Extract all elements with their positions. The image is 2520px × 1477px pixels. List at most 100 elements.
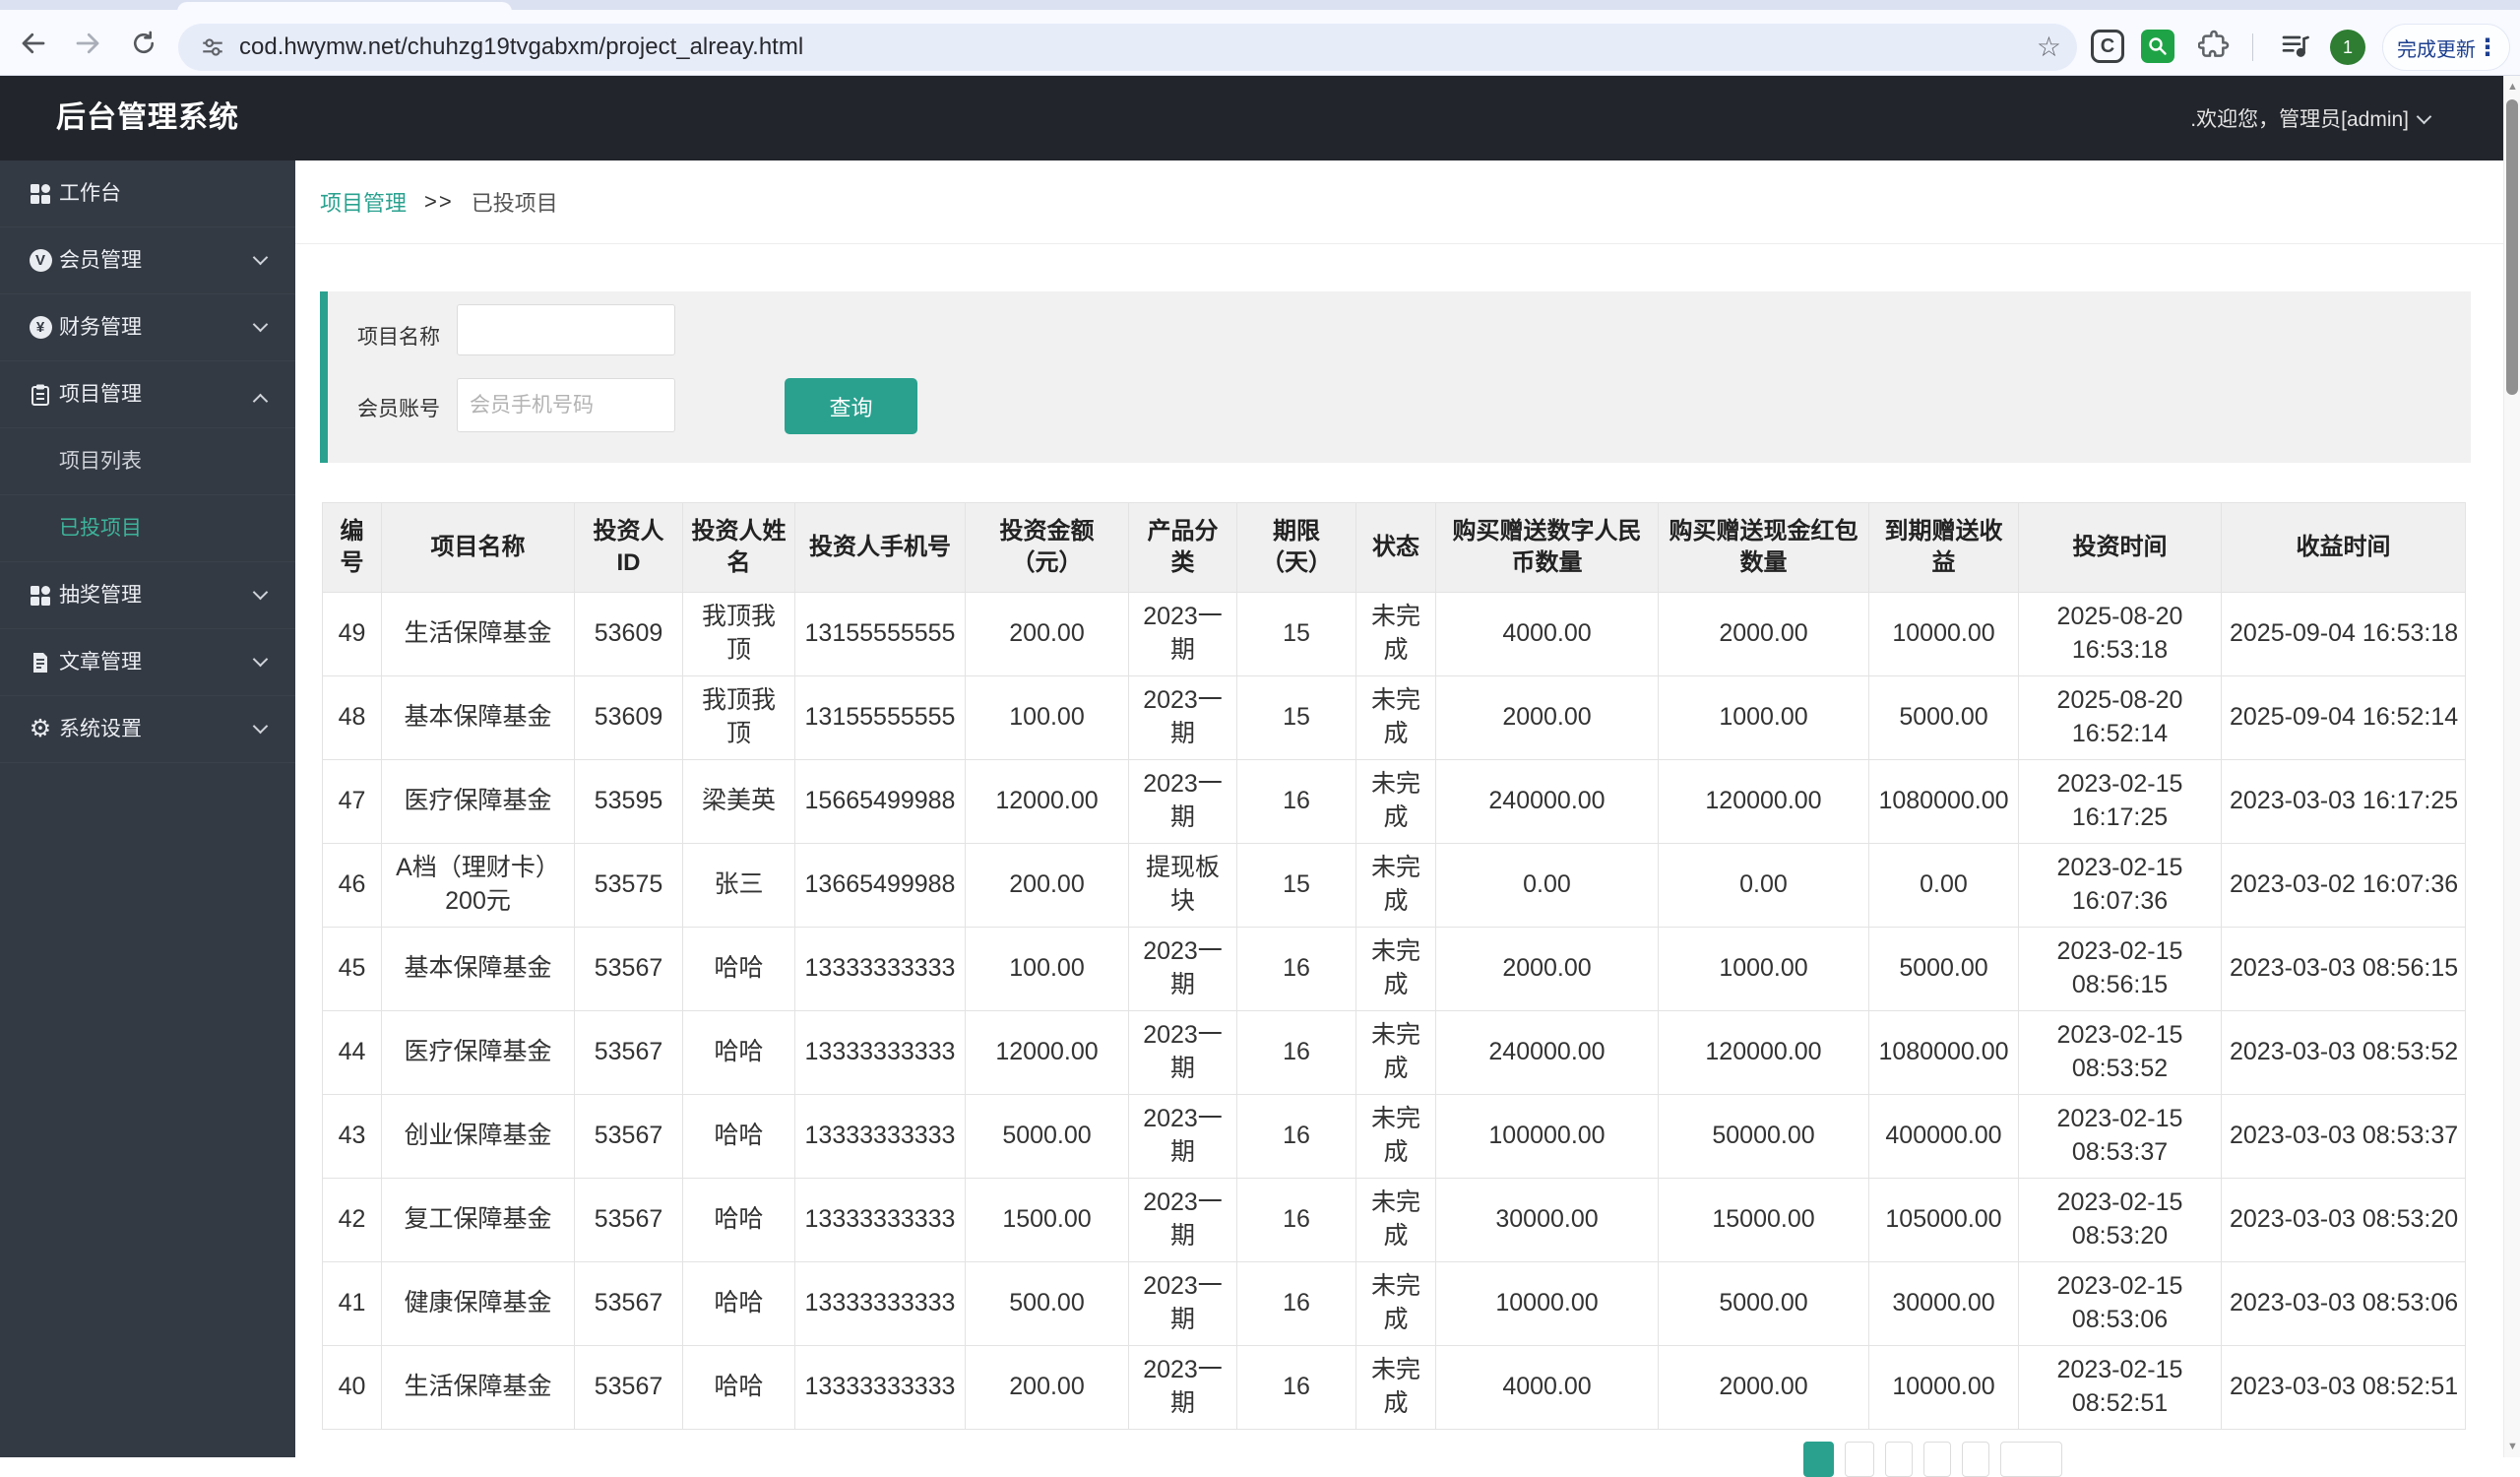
table-cell: 15665499988 bbox=[794, 759, 966, 844]
sidebar-item-system-settings[interactable]: ⚙ 系统设置 bbox=[0, 696, 295, 763]
browser-profile-avatar[interactable]: 1 bbox=[2330, 30, 2365, 65]
table-cell: 2025-09-04 16:52:14 bbox=[2221, 675, 2466, 760]
chrome-update-button[interactable]: 完成更新 ⋮ bbox=[2382, 24, 2510, 71]
browser-menu-kebab-icon[interactable]: ⋮ bbox=[2476, 33, 2499, 62]
sidebar-item-project-mgmt[interactable]: 项目管理 bbox=[0, 361, 295, 428]
table-cell: 2000.00 bbox=[1658, 1345, 1869, 1430]
table-cell: 105000.00 bbox=[1868, 1178, 2019, 1262]
main-content: 项目管理 >> 已投项目 项目名称 会员账号 查询 编号项目名称投资人ID投资人… bbox=[295, 161, 2503, 1477]
pagination-button[interactable] bbox=[1923, 1442, 1951, 1477]
pagination-button[interactable] bbox=[1845, 1442, 1874, 1477]
site-info-icon[interactable] bbox=[200, 34, 225, 60]
search-button[interactable]: 查询 bbox=[785, 378, 917, 434]
table-cell: 16 bbox=[1236, 1261, 1356, 1346]
table-cell: 未完成 bbox=[1355, 843, 1436, 928]
filter-panel: 项目名称 会员账号 查询 bbox=[320, 291, 2471, 463]
sidebar-item-label: 会员管理 bbox=[59, 249, 142, 272]
scrollbar-thumb[interactable] bbox=[2506, 99, 2518, 395]
table-header-row: 编号 项目名称 投资人ID 投资人姓名 投资人手机号 投资金额（元） 产品分类 期限（天） 状态… bbox=[322, 502, 2466, 593]
column-header: 项目名称 bbox=[381, 502, 575, 593]
user-menu[interactable]: .欢迎您，管理员[admin] bbox=[2190, 76, 2432, 161]
extension-search-icon[interactable] bbox=[2141, 30, 2174, 63]
breadcrumb-parent[interactable]: 项目管理 bbox=[320, 186, 407, 218]
reload-icon[interactable] bbox=[128, 28, 159, 59]
table-cell: 5000.00 bbox=[1658, 1261, 1869, 1346]
table-cell: 1500.00 bbox=[965, 1178, 1129, 1262]
table-cell: 10000.00 bbox=[1435, 1261, 1659, 1346]
pagination-button-current[interactable] bbox=[1803, 1442, 1834, 1477]
table-cell: 4000.00 bbox=[1435, 1345, 1659, 1430]
forward-icon[interactable] bbox=[72, 28, 103, 59]
table-row: 49 生活保障基金 53609 我顶我顶 13155555555 200.00 2023一期… bbox=[322, 592, 2466, 676]
project-name-input[interactable] bbox=[457, 304, 675, 355]
member-account-input[interactable] bbox=[457, 378, 675, 432]
playlist-icon[interactable] bbox=[2280, 30, 2311, 61]
breadcrumb: 项目管理 >> 已投项目 bbox=[320, 161, 558, 243]
sidebar-item-label: 抽奖管理 bbox=[59, 584, 142, 607]
table-cell: 未完成 bbox=[1355, 1010, 1436, 1095]
page-scrollbar[interactable]: ▲ ▼ bbox=[2503, 76, 2520, 1457]
sidebar-item-finance-mgmt[interactable]: ¥ 财务管理 bbox=[0, 294, 295, 361]
table-cell: 未完成 bbox=[1355, 592, 1436, 676]
table-cell: 13155555555 bbox=[794, 592, 966, 676]
table-cell: 53575 bbox=[574, 843, 683, 928]
url-text[interactable]: cod.hwymw.net/chuhzg19tvgabxm/project_al… bbox=[239, 33, 803, 61]
back-icon[interactable] bbox=[18, 28, 49, 59]
bookmark-star-icon[interactable]: ☆ bbox=[2037, 24, 2061, 71]
chrome-update-label: 完成更新 bbox=[2397, 38, 2476, 61]
pagination-button[interactable] bbox=[1885, 1442, 1913, 1477]
column-header: 收益时间 bbox=[2221, 502, 2466, 593]
pagination-next-button[interactable] bbox=[2000, 1442, 2062, 1477]
table-cell: 2023-03-03 08:56:15 bbox=[2221, 927, 2466, 1011]
table-cell: 46 bbox=[322, 843, 382, 928]
member-circle-icon: V bbox=[28, 248, 53, 274]
table-cell: 15 bbox=[1236, 592, 1356, 676]
url-bar[interactable]: cod.hwymw.net/chuhzg19tvgabxm/project_al… bbox=[178, 24, 2077, 71]
table-cell: 2023一期 bbox=[1128, 927, 1237, 1011]
column-header: 购买赠送现金红包数量 bbox=[1658, 502, 1869, 593]
table-cell: 13333333333 bbox=[794, 1094, 966, 1179]
scrollbar-down-arrow-icon[interactable]: ▼ bbox=[2504, 1441, 2520, 1452]
table-cell: 未完成 bbox=[1355, 759, 1436, 844]
table-row: 48 基本保障基金 53609 我顶我顶 13155555555 100.00 2023一期… bbox=[322, 675, 2466, 760]
scrollbar-up-arrow-icon[interactable]: ▲ bbox=[2504, 81, 2520, 93]
browser-toolbar: cod.hwymw.net/chuhzg19tvgabxm/project_al… bbox=[0, 10, 2520, 76]
table-cell: 复工保障基金 bbox=[381, 1178, 575, 1262]
table-cell: 生活保障基金 bbox=[381, 592, 575, 676]
table-row: 42 复工保障基金 53567 哈哈 13333333333 1500.00 2023一期 1… bbox=[322, 1178, 2466, 1262]
sidebar-subitem-invested-projects[interactable]: 已投项目 bbox=[0, 495, 295, 562]
table-cell: 2023一期 bbox=[1128, 1094, 1237, 1179]
table-cell: 50000.00 bbox=[1658, 1094, 1869, 1179]
chevron-down-icon bbox=[252, 316, 269, 333]
table-cell: 240000.00 bbox=[1435, 759, 1659, 844]
table-cell: 12000.00 bbox=[965, 1010, 1129, 1095]
sidebar-item-article-mgmt[interactable]: 文章管理 bbox=[0, 629, 295, 696]
welcome-text: .欢迎您，管理员[admin] bbox=[2190, 108, 2409, 131]
table-cell: 15000.00 bbox=[1658, 1178, 1869, 1262]
table-cell: 30000.00 bbox=[1868, 1261, 2019, 1346]
column-header: 状态 bbox=[1355, 502, 1436, 593]
chevron-down-icon bbox=[252, 718, 269, 735]
table-cell: 16 bbox=[1236, 759, 1356, 844]
table-cell: 53567 bbox=[574, 927, 683, 1011]
sidebar-subitem-project-list[interactable]: 项目列表 bbox=[0, 428, 295, 495]
pagination-button[interactable] bbox=[1962, 1442, 1989, 1477]
column-header: 投资时间 bbox=[2018, 502, 2222, 593]
table-cell: 0.00 bbox=[1868, 843, 2019, 928]
table-cell: 13155555555 bbox=[794, 675, 966, 760]
breadcrumb-current: 已投项目 bbox=[471, 191, 558, 216]
table-cell: 哈哈 bbox=[682, 1010, 795, 1095]
sidebar-item-lottery-mgmt[interactable]: 抽奖管理 bbox=[0, 562, 295, 629]
table-cell: 2025-08-20 16:52:14 bbox=[2018, 675, 2222, 760]
browser-chrome: cod.hwymw.net/chuhzg19tvgabxm/project_al… bbox=[0, 0, 2520, 76]
table-cell: 10000.00 bbox=[1868, 1345, 2019, 1430]
sidebar-item-workbench[interactable]: 工作台 bbox=[0, 161, 295, 227]
table-cell: 120000.00 bbox=[1658, 759, 1869, 844]
table-cell: 2025-08-20 16:53:18 bbox=[2018, 592, 2222, 676]
table-cell: 200.00 bbox=[965, 592, 1129, 676]
extension-c-icon[interactable]: C bbox=[2091, 30, 2124, 63]
sidebar-item-member-mgmt[interactable]: V 会员管理 bbox=[0, 227, 295, 294]
table-cell: 2023一期 bbox=[1128, 1178, 1237, 1262]
table-cell: 53567 bbox=[574, 1261, 683, 1346]
extensions-puzzle-icon[interactable] bbox=[2198, 30, 2230, 61]
